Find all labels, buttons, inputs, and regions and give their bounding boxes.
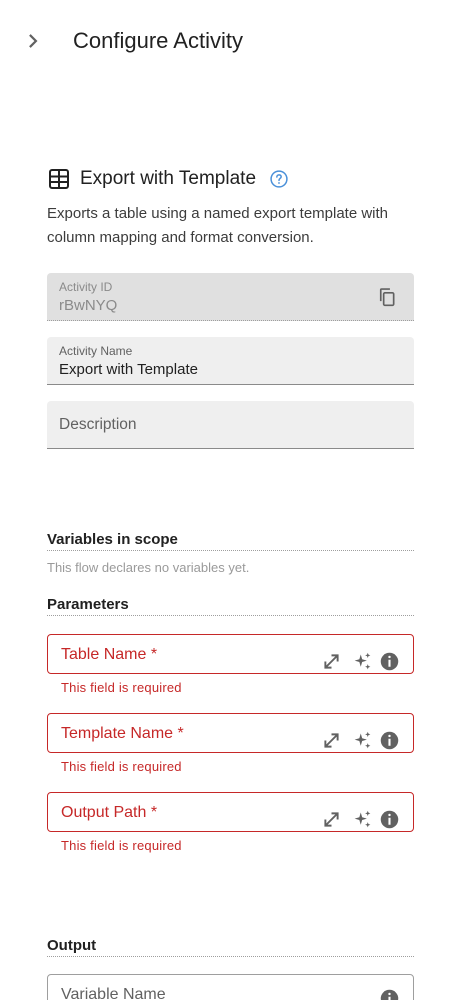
template-name-error: This field is required bbox=[61, 759, 182, 774]
copy-icon[interactable] bbox=[377, 287, 397, 307]
table-name-input[interactable]: Table Name * bbox=[47, 634, 414, 674]
chevron-right-icon[interactable] bbox=[22, 30, 44, 52]
help-circle-icon[interactable] bbox=[269, 169, 289, 189]
variable-name-placeholder: Variable Name bbox=[61, 986, 166, 1000]
table-name-label: Table Name * bbox=[61, 646, 158, 663]
info-icon[interactable] bbox=[379, 988, 400, 1000]
template-name-label: Template Name * bbox=[61, 725, 184, 742]
activity-description: Exports a table using a named export tem… bbox=[47, 205, 389, 246]
expand-icon[interactable] bbox=[321, 651, 342, 672]
expand-icon[interactable] bbox=[321, 809, 342, 830]
output-path-error: This field is required bbox=[61, 838, 182, 853]
activity-name-value: Export with Template bbox=[59, 361, 198, 378]
output-path-label: Output Path * bbox=[61, 804, 158, 821]
activity-name-field[interactable]: Activity Name Export with Template bbox=[47, 337, 414, 385]
sparkle-icon[interactable] bbox=[352, 730, 373, 751]
activity-heading: Export with Template bbox=[47, 166, 289, 192]
info-icon[interactable] bbox=[379, 651, 400, 672]
expand-icon[interactable] bbox=[321, 730, 342, 751]
activity-id-label: Activity ID bbox=[59, 280, 113, 294]
sparkle-icon[interactable] bbox=[352, 651, 373, 672]
variables-empty-text: This flow declares no variables yet. bbox=[47, 560, 250, 575]
table-icon bbox=[49, 169, 69, 189]
table-name-error: This field is required bbox=[61, 680, 182, 695]
output-path-input[interactable]: Output Path * bbox=[47, 792, 414, 832]
description-placeholder: Description bbox=[59, 416, 137, 433]
variable-name-input[interactable]: Variable Name bbox=[47, 974, 414, 1000]
page-title: Configure Activity bbox=[73, 28, 243, 53]
activity-name-label: Activity Name bbox=[59, 344, 133, 358]
sparkle-icon[interactable] bbox=[352, 809, 373, 830]
activity-id-value: rBwNYQ bbox=[59, 297, 118, 314]
output-heading: Output bbox=[47, 937, 414, 957]
template-name-input[interactable]: Template Name * bbox=[47, 713, 414, 753]
activity-id-field: Activity ID rBwNYQ bbox=[47, 273, 414, 321]
info-icon[interactable] bbox=[379, 809, 400, 830]
parameters-heading: Parameters bbox=[47, 596, 414, 616]
panel-header: Configure Activity bbox=[0, 0, 470, 84]
variables-heading: Variables in scope bbox=[47, 531, 414, 551]
description-field[interactable]: Description bbox=[47, 401, 414, 449]
activity-title: Export with Template bbox=[80, 168, 257, 189]
info-icon[interactable] bbox=[379, 730, 400, 751]
